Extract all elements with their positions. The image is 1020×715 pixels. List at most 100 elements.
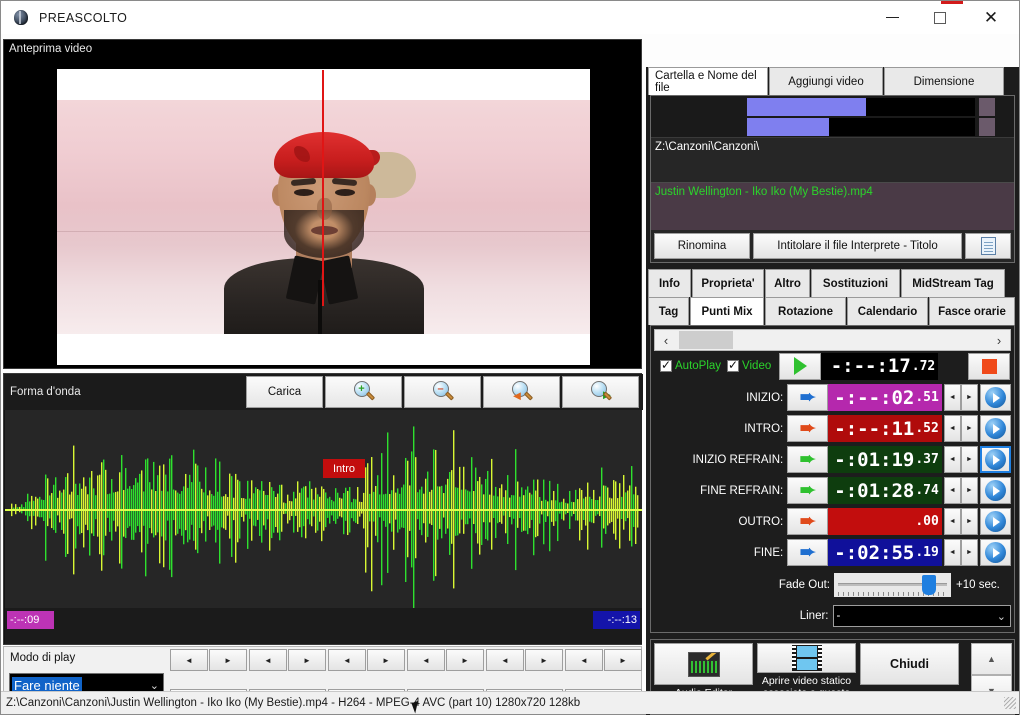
- tab-tag[interactable]: Tag: [648, 297, 689, 325]
- tab-midstream-tag[interactable]: MidStream Tag: [901, 269, 1005, 297]
- close-button[interactable]: ✕: [963, 1, 1019, 34]
- load-waveform-button[interactable]: Carica: [246, 376, 323, 408]
- audio-editor-icon: [687, 651, 720, 677]
- nudge-right-button[interactable]: ►: [960, 415, 978, 442]
- file-info-box: Z:\Canzoni\Canzoni\ Justin Wellington - …: [650, 95, 1015, 263]
- file-name-display[interactable]: Justin Wellington - Iko Iko (My Bestie).…: [651, 183, 1014, 230]
- nav-left-button[interactable]: ◄: [407, 649, 445, 671]
- nav-left-button[interactable]: ◄: [486, 649, 524, 671]
- nav-right-button[interactable]: ►: [446, 649, 484, 671]
- video-label: Video: [742, 360, 772, 372]
- nav-left-button[interactable]: ◄: [249, 649, 287, 671]
- nav-right-button[interactable]: ►: [367, 649, 405, 671]
- minimize-button[interactable]: [869, 1, 916, 34]
- chiudi-button[interactable]: Chiudi: [860, 643, 959, 685]
- zoom-back-button[interactable]: ◄: [483, 376, 560, 408]
- scrollbar-thumb[interactable]: [679, 331, 733, 349]
- static-video-button[interactable]: [757, 643, 856, 673]
- time-display[interactable]: -:--:11.52: [828, 415, 942, 442]
- tab-punti-mix[interactable]: Punti Mix: [690, 297, 764, 325]
- nav-left-button[interactable]: ◄: [328, 649, 366, 671]
- nudge-controls: ◄ ►: [943, 446, 978, 473]
- rename-button[interactable]: Rinomina: [654, 233, 750, 259]
- nudge-right-button[interactable]: ►: [960, 539, 978, 566]
- tab-cartella-e-nome-del-file[interactable]: Cartella e Nome del file: [648, 67, 768, 95]
- intro-marker-flag[interactable]: Intro: [323, 459, 365, 478]
- time-display[interactable]: -:--:02.51: [828, 384, 942, 411]
- scroll-up-button[interactable]: ▲: [971, 643, 1012, 675]
- nudge-right-button[interactable]: ►: [960, 446, 978, 473]
- document-icon: [980, 237, 996, 255]
- video-checkbox[interactable]: Video: [727, 358, 772, 372]
- preview-play-button[interactable]: [979, 415, 1011, 442]
- zoom-out-button[interactable]: –: [404, 376, 481, 408]
- fade-out-label: Fade Out:: [778, 579, 830, 591]
- preview-play-button[interactable]: [979, 508, 1011, 535]
- fade-out-slider[interactable]: [834, 573, 951, 597]
- time-frac: .00: [915, 514, 939, 529]
- time-display[interactable]: -:02:55.19: [828, 539, 942, 566]
- nudge-left-button[interactable]: ◄: [943, 446, 961, 473]
- time-display[interactable]: .00: [828, 508, 942, 535]
- set-point-button[interactable]: ➨: [787, 415, 829, 442]
- nav-arrows: ◄ ►: [170, 649, 248, 671]
- nav-left-button[interactable]: ◄: [565, 649, 603, 671]
- nudge-left-button[interactable]: ◄: [943, 384, 961, 411]
- nudge-left-button[interactable]: ◄: [943, 415, 961, 442]
- nav-right-button[interactable]: ►: [604, 649, 642, 671]
- nudge-left-button[interactable]: ◄: [943, 477, 961, 504]
- tab-fasce-orarie[interactable]: Fasce orarie: [929, 297, 1015, 325]
- stop-button[interactable]: [968, 352, 1011, 380]
- tab-calendario[interactable]: Calendario: [847, 297, 928, 325]
- waveform-canvas[interactable]: [5, 410, 642, 608]
- slider-thumb[interactable]: [922, 575, 936, 595]
- nudge-right-button[interactable]: ►: [960, 477, 978, 504]
- arrow-right-icon: ➨: [799, 542, 816, 563]
- maximize-button[interactable]: [916, 1, 963, 34]
- tab-aggiungi-video[interactable]: Aggiungi video: [769, 67, 883, 95]
- set-point-button[interactable]: ➨: [787, 477, 829, 504]
- set-point-button[interactable]: ➨: [787, 384, 829, 411]
- audio-editor-button[interactable]: [654, 643, 753, 685]
- zoom-in-button[interactable]: +: [325, 376, 402, 408]
- nav-right-button[interactable]: ►: [209, 649, 247, 671]
- time-display[interactable]: -:01:28.74: [828, 477, 942, 504]
- play-button[interactable]: [779, 352, 822, 380]
- tab-altro[interactable]: Altro: [765, 269, 810, 297]
- liner-select[interactable]: - ⌄: [832, 605, 1011, 627]
- nudge-left-button[interactable]: ◄: [943, 539, 961, 566]
- preview-play-button[interactable]: [979, 446, 1012, 473]
- preview-play-button[interactable]: [979, 477, 1011, 504]
- nav-left-button[interactable]: ◄: [170, 649, 208, 671]
- resize-grip[interactable]: [1004, 697, 1016, 709]
- nudge-right-button[interactable]: ►: [960, 508, 978, 535]
- set-point-button[interactable]: ➨: [787, 508, 829, 535]
- document-button[interactable]: [965, 233, 1011, 259]
- tab-sostituzioni[interactable]: Sostituzioni: [811, 269, 900, 297]
- nav-right-button[interactable]: ►: [288, 649, 326, 671]
- autoplay-checkbox[interactable]: AutoPlay: [660, 358, 721, 372]
- scroll-right-icon[interactable]: ›: [988, 333, 1010, 348]
- set-point-button[interactable]: ➨: [787, 446, 829, 473]
- tab-rotazione[interactable]: Rotazione: [765, 297, 846, 325]
- preview-play-button[interactable]: [979, 539, 1011, 566]
- time-display[interactable]: -:01:19.37: [828, 446, 942, 473]
- playhead-cursor[interactable]: [322, 70, 324, 306]
- file-path-display[interactable]: Z:\Canzoni\Canzoni\: [651, 138, 1014, 183]
- fade-out-value: +10 sec.: [956, 579, 1000, 591]
- set-point-button[interactable]: ➨: [787, 539, 829, 566]
- scroll-left-icon[interactable]: ‹: [655, 333, 677, 348]
- nav-right-button[interactable]: ►: [525, 649, 563, 671]
- waveform-footer: -:--:09 -:--:13: [5, 608, 642, 644]
- preview-play-button[interactable]: [979, 384, 1011, 411]
- tab-info[interactable]: Info: [648, 269, 691, 297]
- nudge-left-button[interactable]: ◄: [943, 508, 961, 535]
- mix-row-label: INTRO:: [744, 422, 784, 435]
- zoom-forward-button[interactable]: ►: [562, 376, 639, 408]
- title-file-button[interactable]: Intitolare il file Interprete - Titolo: [753, 233, 962, 259]
- liner-row: Liner: - ⌄: [654, 603, 1011, 629]
- tab-proprieta[interactable]: Proprieta': [692, 269, 764, 297]
- tab-dimensione[interactable]: Dimensione: [884, 67, 1004, 95]
- nudge-right-button[interactable]: ►: [960, 384, 978, 411]
- mix-scrollbar[interactable]: ‹ ›: [654, 329, 1011, 351]
